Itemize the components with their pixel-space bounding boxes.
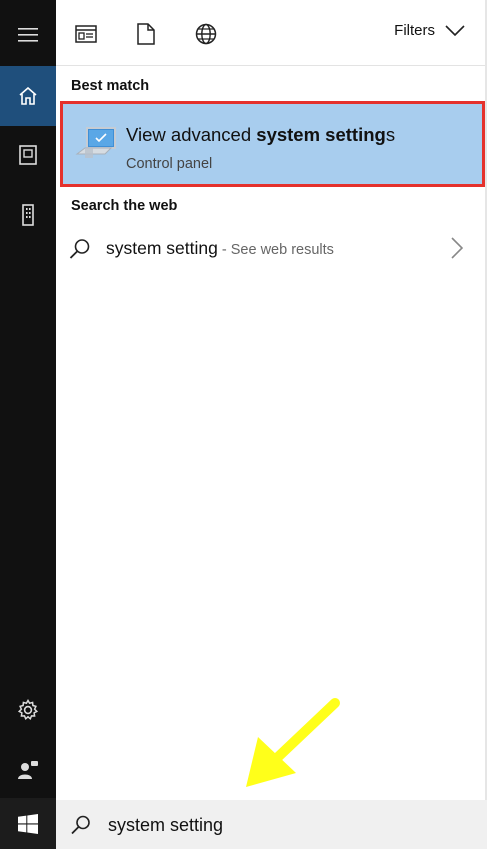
home-button[interactable] (0, 66, 56, 126)
home-icon (19, 87, 37, 105)
best-match-title-prefix: View advanced (126, 124, 257, 145)
best-match-title-suffix: s (385, 124, 396, 145)
start-button[interactable] (0, 798, 56, 849)
best-match-heading: Best match (71, 78, 150, 94)
filters-label: Filters (394, 22, 435, 39)
hamburger-menu-button[interactable] (0, 5, 56, 65)
documents-button[interactable] (0, 125, 56, 185)
globe-icon (195, 23, 217, 45)
user-feedback-icon (18, 761, 38, 779)
chevron-right-icon[interactable] (451, 237, 463, 259)
best-match-title-bold: system setting (256, 124, 386, 145)
search-scope-bar: Filters (56, 0, 485, 66)
tab-apps[interactable] (72, 20, 100, 48)
search-icon (71, 815, 90, 835)
computer-settings-icon (75, 127, 116, 158)
apps-icon (75, 25, 97, 43)
documents-icon (19, 145, 37, 165)
tab-web[interactable] (192, 20, 220, 48)
best-match-title: View advanced system settings (126, 124, 395, 146)
hamburger-menu-icon (18, 28, 38, 42)
web-heading: Search the web (71, 198, 178, 214)
best-match-subtitle: Control panel (126, 156, 213, 172)
filters-dropdown[interactable]: Filters (394, 22, 465, 39)
web-result[interactable]: system setting - See web results (56, 225, 485, 275)
chevron-down-icon (445, 25, 465, 36)
settings-button[interactable] (0, 680, 56, 740)
building-icon (22, 204, 34, 226)
gear-icon (17, 699, 39, 721)
windows-logo-icon (18, 813, 38, 834)
building-button[interactable] (0, 185, 56, 245)
search-input[interactable] (108, 809, 468, 841)
web-result-query: system setting (106, 238, 218, 258)
best-match-result[interactable]: View advanced system settings Control pa… (60, 101, 485, 187)
search-icon (69, 239, 90, 259)
document-icon (137, 23, 155, 45)
web-result-hint: - See web results (217, 242, 334, 258)
feedback-button[interactable] (0, 740, 56, 800)
web-result-text: system setting - See web results (106, 238, 334, 259)
start-rail (0, 0, 56, 849)
search-box[interactable] (56, 800, 487, 849)
search-results-panel: Filters Best match View advanced system … (56, 0, 487, 849)
tab-documents[interactable] (132, 20, 160, 48)
